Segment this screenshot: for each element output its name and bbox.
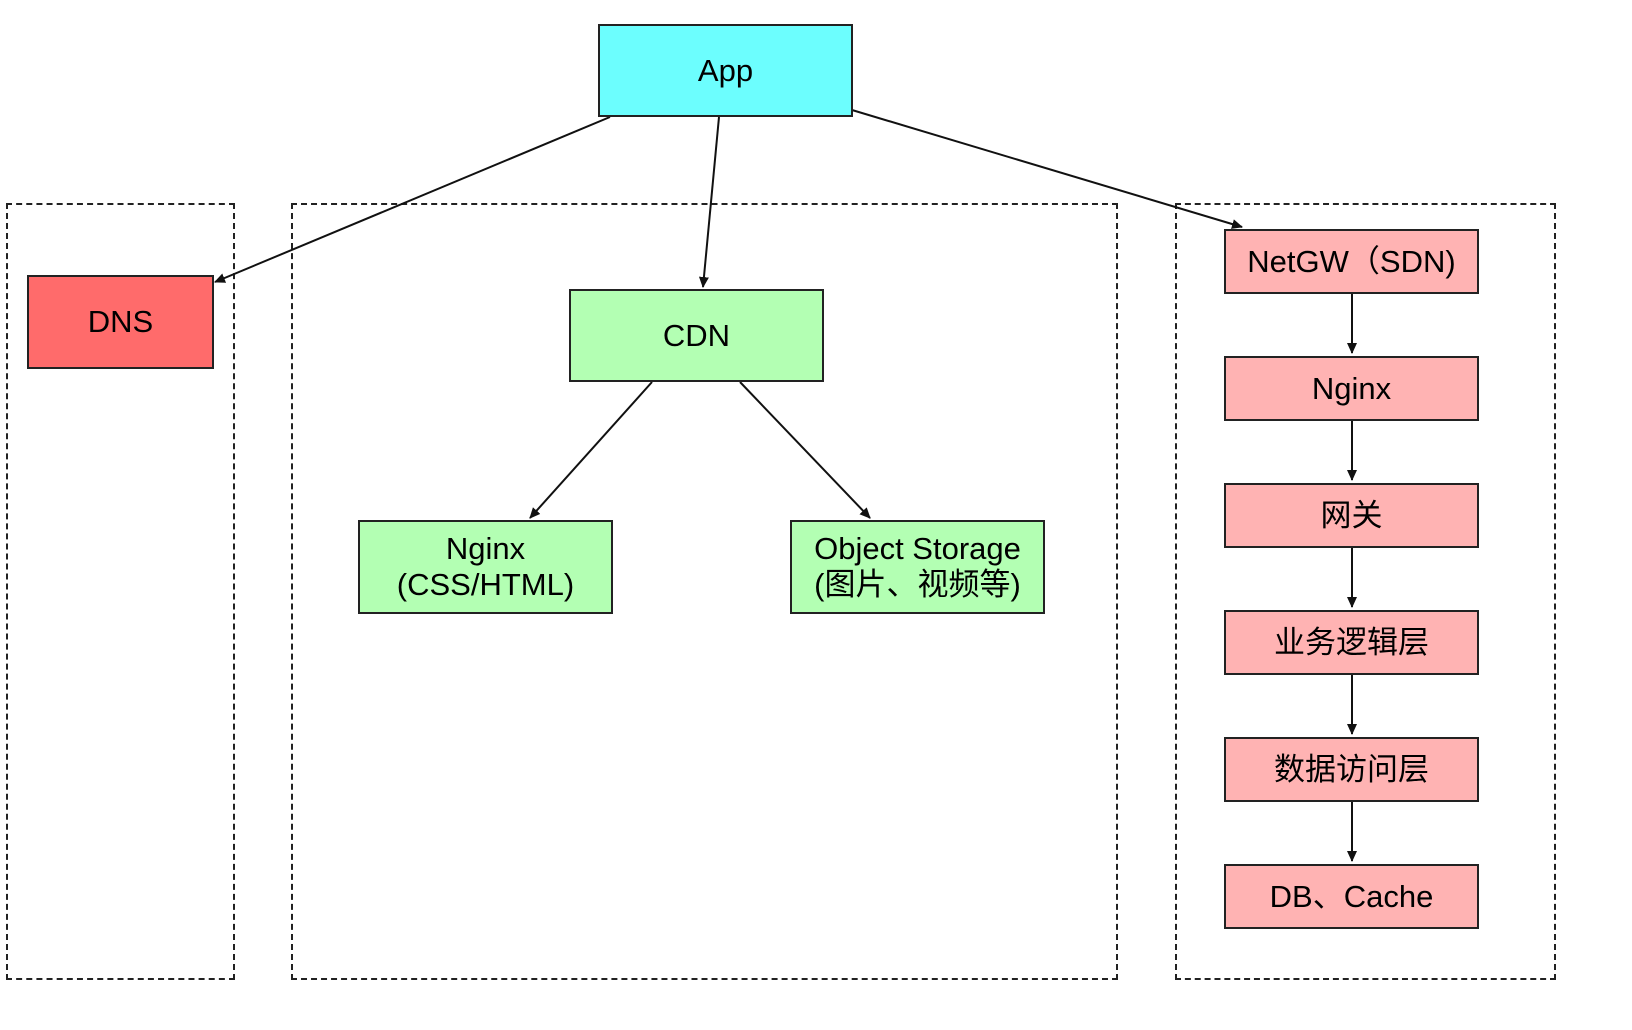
node-gateway[interactable]: 网关 <box>1224 483 1479 548</box>
node-db-cache[interactable]: DB、Cache <box>1224 864 1479 929</box>
node-data-access-label: 数据访问层 <box>1274 751 1429 787</box>
node-cdn-label: CDN <box>662 317 731 353</box>
node-object-storage-line1: Object Storage <box>814 531 1021 567</box>
node-dns[interactable]: DNS <box>27 275 214 369</box>
node-netgw-label: NetGW（SDN) <box>1247 243 1456 279</box>
node-gateway-label: 网关 <box>1320 497 1383 533</box>
node-business-logic[interactable]: 业务逻辑层 <box>1224 610 1479 675</box>
node-object-storage-line2: (图片、视频等) <box>814 567 1021 602</box>
node-netgw[interactable]: NetGW（SDN) <box>1224 229 1479 294</box>
node-nginx-static-line1: Nginx <box>445 531 526 567</box>
node-nginx-static-line2: (CSS/HTML) <box>396 567 575 602</box>
node-app[interactable]: App <box>598 24 853 117</box>
node-object-storage[interactable]: Object Storage (图片、视频等) <box>790 520 1045 614</box>
node-cdn[interactable]: CDN <box>569 289 824 382</box>
node-nginx-label: Nginx <box>1311 370 1392 406</box>
node-nginx-static-label: Nginx (CSS/HTML) <box>397 531 574 602</box>
node-app-label: App <box>697 52 754 88</box>
node-nginx-static[interactable]: Nginx (CSS/HTML) <box>358 520 613 614</box>
node-nginx[interactable]: Nginx <box>1224 356 1479 421</box>
node-business-logic-label: 业务逻辑层 <box>1274 624 1429 660</box>
node-db-cache-label: DB、Cache <box>1269 878 1434 914</box>
node-object-storage-label: Object Storage (图片、视频等) <box>814 531 1021 602</box>
node-dns-label: DNS <box>87 304 154 340</box>
node-data-access[interactable]: 数据访问层 <box>1224 737 1479 802</box>
architecture-diagram: App DNS CDN Nginx (CSS/HTML) Object Stor… <box>0 0 1632 1030</box>
